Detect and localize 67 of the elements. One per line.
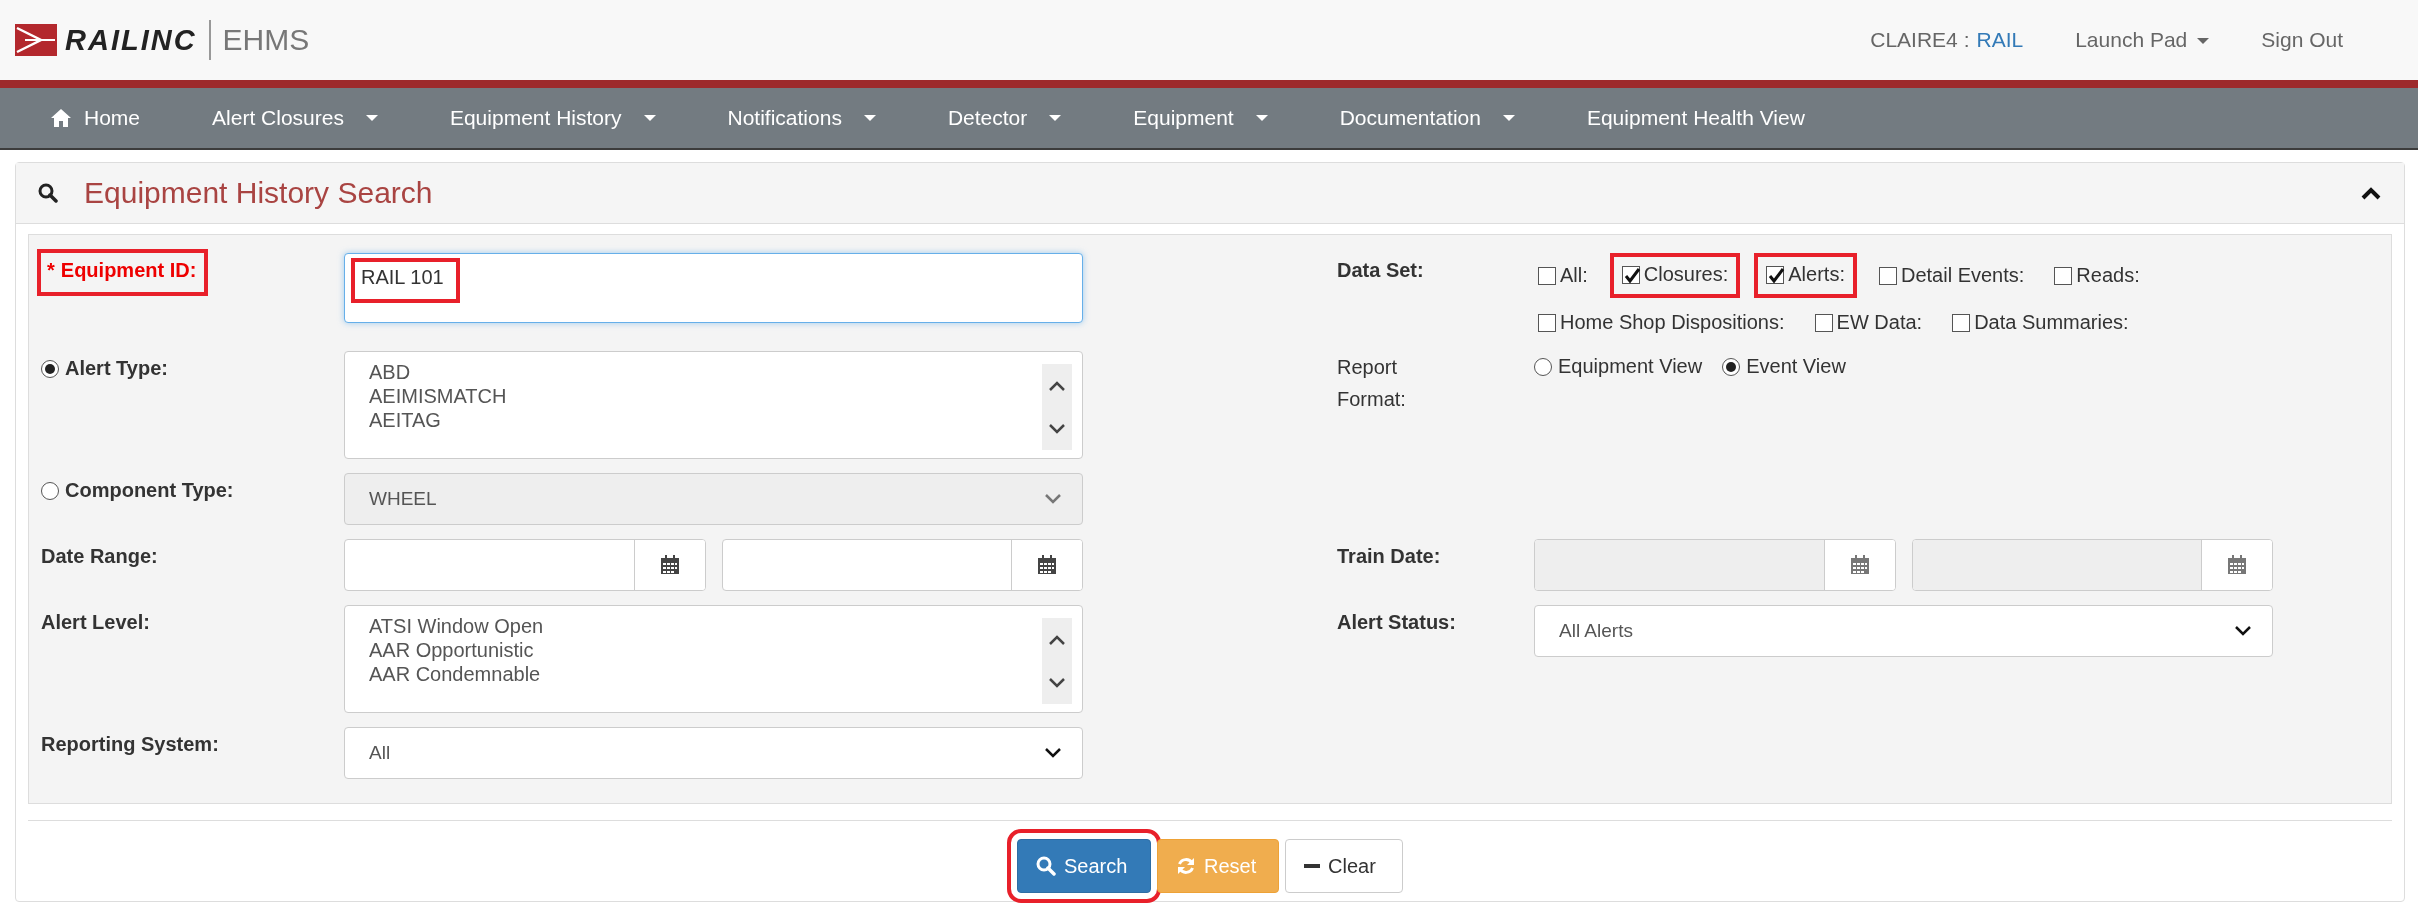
dropdown[interactable]: All [344,727,1083,779]
field-label: Alert Type: [65,357,168,380]
scroll-bar[interactable] [1042,364,1072,450]
field-label: Train Date: [1337,544,1441,568]
field-label: Alert Status: [1337,610,1456,634]
field-label: Component Type: [65,479,234,502]
list-box[interactable]: ABD AEIMISMATCH AEITAG [344,351,1083,459]
text-field[interactable]: RAIL 101 [344,253,1083,323]
checkbox[interactable]: All: [1534,257,1592,294]
calendar-icon [1849,555,1870,575]
nav-item[interactable]: Home [14,106,177,130]
checkbox[interactable]: Home Shop Dispositions: [1534,308,1789,337]
chevron-down-icon [1044,747,1062,759]
user-name: CLAIRE4 : [1870,28,1970,52]
radio-button[interactable] [41,359,59,378]
checkbox[interactable]: EW Data: [1810,308,1927,337]
checkbox[interactable]: Detail Events: [1874,257,2029,294]
list-option[interactable]: AEIMISMATCH [369,384,1042,408]
field-label: Reporting System: [41,732,219,756]
chevron-up-icon[interactable] [2360,185,2382,201]
home-icon [50,108,72,128]
nav-item[interactable]: Detector [911,106,1098,130]
calendar-icon [1037,555,1057,575]
search-icon [38,183,58,203]
radio-button[interactable]: Equipment View [1534,355,1703,378]
field-label: Report Format: [1337,355,1407,412]
checkbox[interactable]: Data Summaries: [1948,308,2133,337]
nav-item[interactable]: Documentation [1303,106,1551,130]
check-icon [1622,266,1641,285]
list-option[interactable]: ATSI Window Open [369,614,1042,638]
field-label: Date Range: [41,544,158,568]
search-icon [1036,856,1056,876]
nav-item[interactable]: Notifications [691,106,912,130]
list-box[interactable]: ATSI Window Open AAR Opportunistic AAR Condemnable [344,605,1083,713]
org-link[interactable]: RAIL [1976,28,2024,52]
minus-icon [1304,864,1320,868]
panel-title: Equipment History Search [84,176,433,210]
nav-item[interactable]: Equipment History [413,106,692,130]
calendar-icon [659,555,680,575]
clear-button[interactable]: Clear [1285,839,1403,893]
list-option[interactable]: ABD [369,360,1042,384]
refresh-icon [1176,856,1196,876]
list-option[interactable]: AAR Condemnable [369,662,1042,686]
logo-text: RAILINC [65,23,197,57]
launch-pad-menu[interactable]: Launch Pad [2075,28,2210,52]
radio-button[interactable]: Event View [1722,355,1846,378]
logo-icon [15,24,57,56]
app-name: EHMS [222,23,310,57]
checkbox[interactable]: Reads: [2050,257,2144,294]
nav-item[interactable]: Equipment [1097,106,1304,130]
calendar-icon [2227,555,2247,575]
check-icon [1767,266,1786,285]
field-label: Alert Level: [41,610,150,634]
list-option[interactable]: AEITAG [369,408,1042,432]
nav-item[interactable]: Alert Closures [176,106,414,130]
date-field[interactable] [344,539,706,591]
list-option[interactable]: AAR Opportunistic [369,638,1042,662]
dropdown[interactable]: All Alerts [1534,605,2273,657]
nav-item[interactable]: Equipment Health View [1550,106,1841,130]
checkbox[interactable]: Alerts: [1758,257,1853,294]
sign-out-link[interactable]: Sign Out [2261,28,2343,52]
checkbox[interactable]: Closures: [1613,257,1737,294]
chevron-down-icon [2234,625,2252,637]
chevron-down-icon [1044,493,1062,505]
field-label: Data Set: [1337,258,1424,282]
date-field[interactable] [721,539,1083,591]
scroll-bar[interactable] [1042,618,1072,704]
